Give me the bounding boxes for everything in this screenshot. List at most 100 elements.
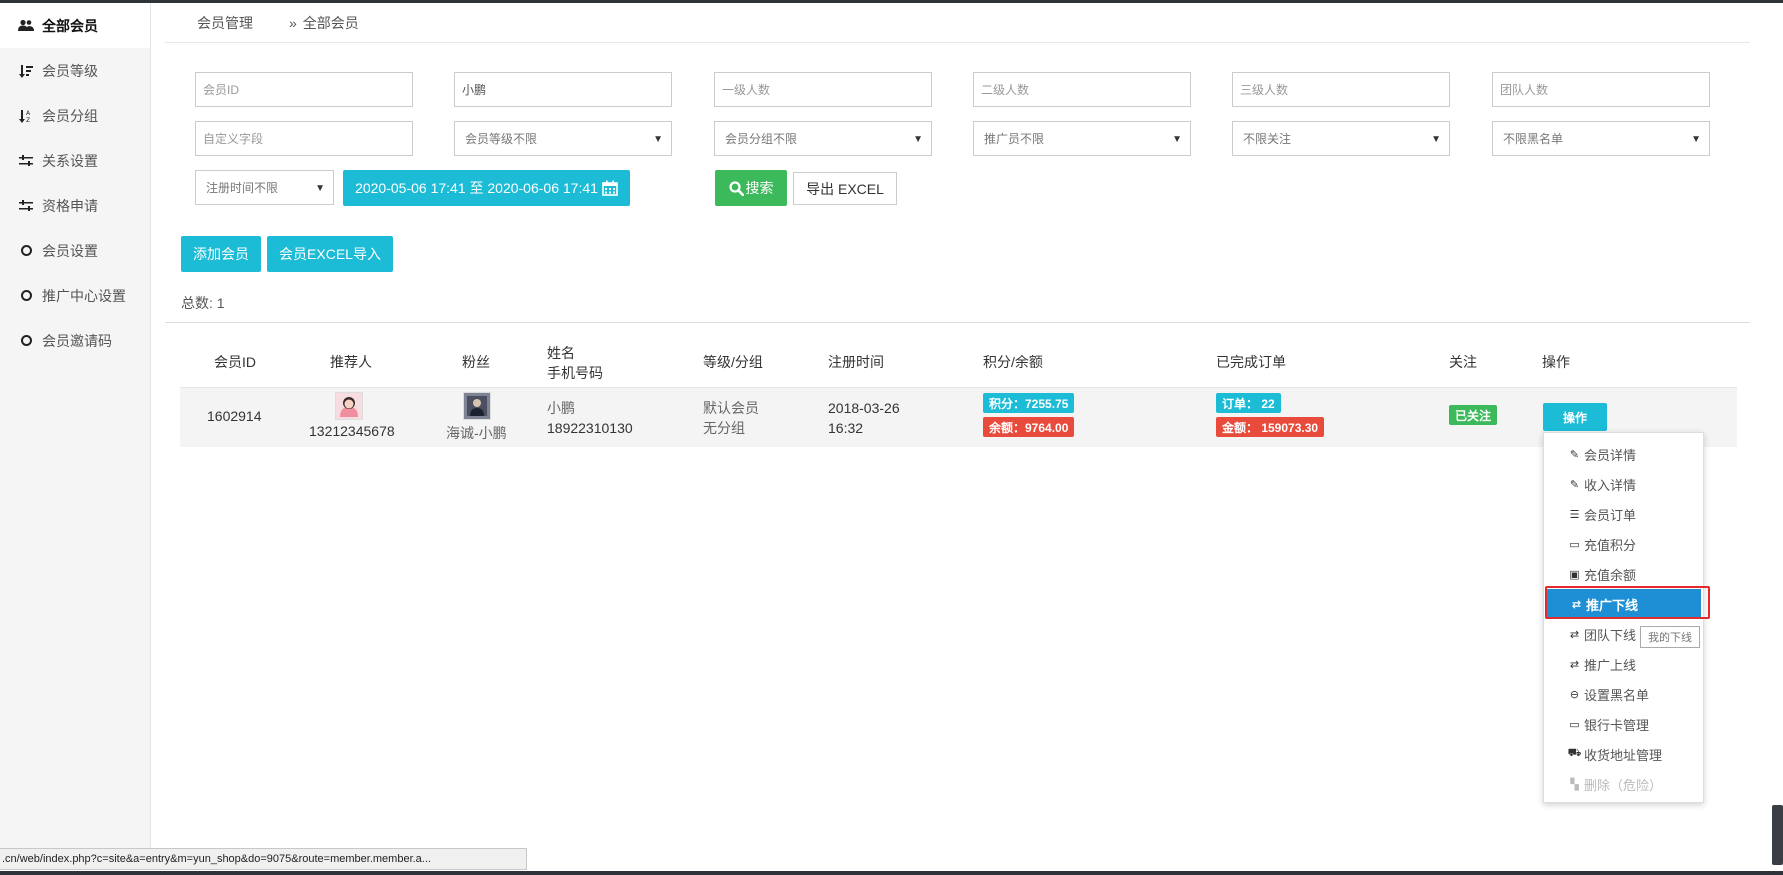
- member-id-cell: 1602914: [207, 408, 262, 424]
- referrer-avatar[interactable]: [335, 392, 363, 420]
- sidebar-item-label: 会员邀请码: [42, 332, 112, 349]
- level3-count-input[interactable]: 三级人数: [1232, 72, 1450, 107]
- orders-badge: 订单： 22: [1216, 393, 1281, 413]
- operation-button[interactable]: 操作: [1543, 403, 1607, 431]
- name-phone-cell: 小鹏 18922310130: [547, 398, 633, 438]
- name-input[interactable]: 小鹏: [454, 72, 672, 107]
- sidebar-item-member-settings[interactable]: 会员设置: [0, 228, 150, 273]
- list-icon: ☰: [1569, 508, 1580, 521]
- column-header-completed-orders: 已完成订单: [1216, 354, 1286, 370]
- blacklist-select[interactable]: 不限黑名单 ▼: [1492, 121, 1710, 156]
- menu-item-label: 充值积分: [1584, 537, 1637, 553]
- register-date: 2018-03-26: [828, 400, 900, 416]
- column-header-name: 姓名: [547, 345, 575, 361]
- member-level-select[interactable]: 会员等级不限 ▼: [454, 121, 672, 156]
- caret-down-icon: ▼: [653, 134, 663, 145]
- follow-status-badge: 已关注: [1449, 405, 1498, 425]
- bottom-border: [0, 871, 1783, 875]
- menu-item-member-detail[interactable]: ✎ 会员详情: [1544, 439, 1703, 469]
- sort-alpha-icon: AZ: [18, 109, 34, 123]
- date-range-label: 2020-05-06 17:41 至 2020-06-06 17:41: [355, 180, 598, 196]
- menu-item-shipping-address[interactable]: ⛟ 收货地址管理: [1544, 739, 1703, 769]
- menu-item-bank-card[interactable]: ▭ 银行卡管理: [1544, 709, 1703, 739]
- register-time-select[interactable]: 注册时间不限 ▼: [195, 170, 334, 205]
- scrollbar-handle[interactable]: [1772, 805, 1783, 865]
- custom-field-input[interactable]: 自定义字段: [195, 121, 413, 156]
- sidebar-item-qualification[interactable]: 资格申请: [0, 183, 150, 228]
- svg-text:A: A: [26, 110, 31, 117]
- table-row: [180, 387, 1737, 447]
- sidebar-item-promotion-center[interactable]: 推广中心设置: [0, 273, 150, 318]
- column-header-fans: 粉丝: [462, 354, 490, 370]
- member-id-input[interactable]: 会员ID: [195, 72, 413, 107]
- column-header-register-time: 注册时间: [828, 354, 884, 370]
- caret-down-icon: ▼: [1172, 134, 1182, 145]
- search-button[interactable]: 搜索: [715, 170, 787, 206]
- sidebar-item-label: 资格申请: [42, 197, 98, 214]
- credit-card-icon: ▭: [1569, 538, 1580, 551]
- circle-icon: [18, 245, 34, 256]
- sidebar-item-label: 关系设置: [42, 152, 98, 169]
- promoter-select[interactable]: 推广员不限 ▼: [973, 121, 1191, 156]
- member-level-select-value: 会员等级不限: [465, 132, 538, 146]
- sort-amount-icon: [18, 64, 34, 78]
- menu-item-label: 会员订单: [1584, 507, 1637, 523]
- sidebar: 全部会员 会员等级 AZ 会员分组 关系设置 资格申请 会员设置 推广中心设置 …: [0, 3, 151, 848]
- sidebar-item-label: 会员等级: [42, 62, 98, 79]
- member-name: 小鹏: [547, 400, 575, 416]
- search-button-label: 搜索: [745, 180, 774, 196]
- column-header-points-balance: 积分/余额: [983, 354, 1043, 370]
- menu-item-label: 设置黑名单: [1584, 687, 1650, 703]
- sidebar-item-relation-settings[interactable]: 关系设置: [0, 138, 150, 183]
- circle-icon: [18, 290, 34, 301]
- sidebar-item-all-members[interactable]: 全部会员: [0, 3, 150, 48]
- import-excel-button[interactable]: 会员EXCEL导入: [267, 236, 393, 272]
- calendar-icon: [602, 180, 618, 196]
- credit-card-icon: ▭: [1569, 718, 1580, 731]
- menu-item-set-blacklist[interactable]: ⊖ 设置黑名单: [1544, 679, 1703, 709]
- member-group-select[interactable]: 会员分组不限 ▼: [714, 121, 932, 156]
- team-count-input[interactable]: 团队人数: [1492, 72, 1710, 107]
- balance-badge: 余额：9764.00: [983, 417, 1075, 437]
- menu-item-label: 银行卡管理: [1584, 717, 1650, 733]
- follow-select[interactable]: 不限关注 ▼: [1232, 121, 1450, 156]
- register-time-cell: 2018-03-26 16:32: [828, 398, 900, 438]
- breadcrumb-parent[interactable]: 会员管理: [197, 13, 253, 33]
- promoter-select-value: 推广员不限: [984, 132, 1045, 146]
- sidebar-item-label: 会员设置: [42, 242, 98, 259]
- member-group-select-value: 会员分组不限: [725, 132, 798, 146]
- menu-item-promote-upline[interactable]: ⇄ 推广上线: [1544, 649, 1703, 679]
- svg-text:Z: Z: [26, 117, 30, 123]
- menu-item-label: 团队下线: [1584, 627, 1637, 643]
- menu-item-recharge-points[interactable]: ▭ 充值积分: [1544, 529, 1703, 559]
- referrer-phone: 13212345678: [309, 423, 395, 439]
- export-excel-button[interactable]: 导出 EXCEL: [793, 172, 897, 205]
- date-range-button[interactable]: 2020-05-06 17:41 至 2020-06-06 17:41: [343, 170, 630, 206]
- menu-item-label: 会员详情: [1584, 447, 1637, 463]
- fans-avatar[interactable]: [463, 392, 491, 420]
- sidebar-item-member-group[interactable]: AZ 会员分组: [0, 93, 150, 138]
- menu-item-delete[interactable]: ▚ 删除（危险）: [1544, 769, 1703, 799]
- menu-item-income-detail[interactable]: ✎ 收入详情: [1544, 469, 1703, 499]
- edit-icon: ✎: [1569, 448, 1580, 461]
- blacklist-select-value: 不限黑名单: [1503, 132, 1564, 146]
- breadcrumb: 会员管理 » 全部会员: [165, 3, 1750, 43]
- sidebar-item-member-level[interactable]: 会员等级: [0, 48, 150, 93]
- member-level: 默认会员: [703, 400, 759, 416]
- sidebar-item-label: 推广中心设置: [42, 287, 126, 304]
- highlight-outline: [1545, 586, 1710, 619]
- breadcrumb-current: 全部会员: [302, 14, 359, 31]
- register-clock: 16:32: [828, 420, 864, 436]
- fans-name: 海诚-小鹏: [446, 425, 507, 441]
- menu-item-recharge-balance[interactable]: ▣ 充值余额: [1544, 559, 1703, 589]
- menu-item-member-orders[interactable]: ☰ 会员订单: [1544, 499, 1703, 529]
- level2-count-input[interactable]: 二级人数: [973, 72, 1191, 107]
- sidebar-item-invite-code[interactable]: 会员邀请码: [0, 318, 150, 363]
- member-group: 无分组: [703, 420, 745, 436]
- add-member-button[interactable]: 添加会员: [181, 236, 261, 272]
- level1-count-input[interactable]: 一级人数: [714, 72, 932, 107]
- exchange-icon: ⇄: [1569, 628, 1580, 641]
- exchange-icon: ⇄: [1569, 658, 1580, 671]
- menu-item-label: 充值余额: [1584, 567, 1637, 583]
- sliders-icon: [18, 199, 34, 212]
